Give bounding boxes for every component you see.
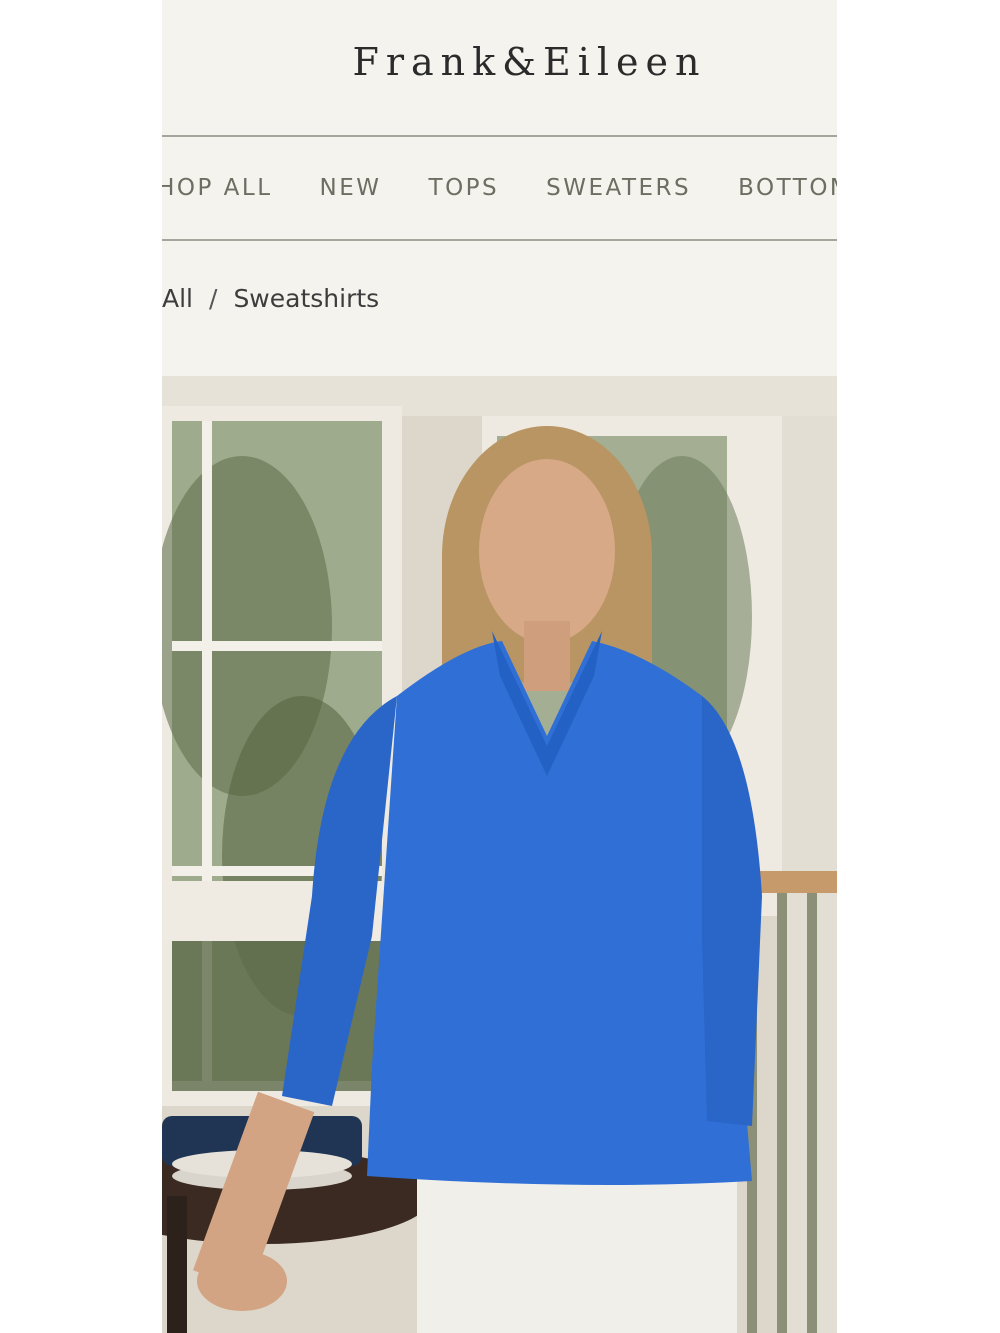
breadcrumb-current[interactable]: Sweatshirts — [233, 284, 379, 313]
breadcrumb-separator: / — [209, 284, 218, 313]
nav-bottom-divider — [162, 239, 837, 241]
nav-item-new[interactable]: NEW — [320, 175, 382, 201]
nav-item-tops[interactable]: TOPS — [429, 175, 500, 201]
site-header: Frank&Eileen — [162, 0, 837, 135]
mobile-screen: Frank&Eileen SHOP ALL NEW TOPS SWEATERS … — [162, 0, 837, 1333]
hero-product-image[interactable] — [162, 376, 837, 1333]
hero-illustration — [162, 376, 837, 1333]
nav-item-shop-all[interactable]: SHOP ALL — [162, 175, 273, 201]
category-nav: SHOP ALL NEW TOPS SWEATERS BOTTOMS — [162, 137, 837, 239]
breadcrumb: All / Sweatshirts — [162, 284, 379, 313]
brand-logo[interactable]: Frank&Eileen — [162, 40, 837, 84]
nav-item-sweaters[interactable]: SWEATERS — [546, 175, 691, 201]
breadcrumb-parent[interactable]: All — [162, 284, 193, 313]
nav-item-bottoms[interactable]: BOTTOMS — [738, 175, 837, 201]
